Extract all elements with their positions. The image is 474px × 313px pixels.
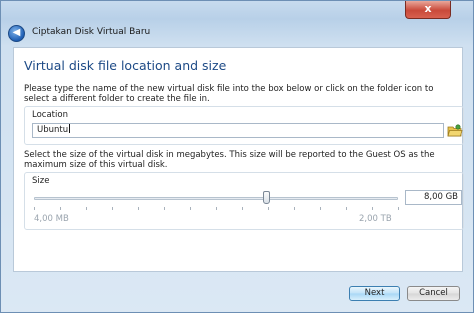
window-title: Ciptakan Disk Virtual Baru (32, 27, 151, 37)
wizard-page: Virtual disk file location and size Plea… (13, 47, 464, 272)
slider-tick (86, 207, 87, 210)
slider-tick (216, 207, 217, 210)
slider-tick (372, 207, 373, 210)
page-heading: Virtual disk file location and size (24, 58, 227, 73)
slider-tick (320, 207, 321, 210)
location-value: Ubuntu (37, 125, 69, 135)
size-max-label: 2,00 TB (359, 214, 392, 224)
location-label: Location (32, 110, 68, 120)
size-input[interactable]: 8,00 GB (405, 190, 462, 205)
next-button[interactable]: Next (349, 286, 400, 301)
location-group: Location Ubuntu (24, 106, 464, 145)
slider-tick (60, 207, 61, 210)
slider-tick (164, 207, 165, 210)
back-arrow-icon[interactable]: ◀ (8, 25, 25, 42)
size-label: Size (32, 176, 50, 186)
size-description: Select the size of the virtual disk in m… (24, 150, 435, 170)
folder-icon[interactable] (447, 123, 463, 138)
slider-tick (112, 207, 113, 210)
size-slider-handle[interactable] (263, 191, 271, 204)
slider-tick (242, 207, 243, 210)
size-group: Size 8,00 GB 4,00 MB 2,00 TB (24, 172, 464, 230)
slider-tick (398, 207, 399, 210)
slider-tick (294, 207, 295, 210)
size-slider-track[interactable] (34, 197, 398, 200)
size-min-label: 4,00 MB (34, 214, 69, 224)
slider-tick (138, 207, 139, 210)
cancel-button[interactable]: Cancel (407, 286, 460, 301)
location-input[interactable]: Ubuntu (32, 123, 444, 138)
slider-tick (268, 207, 269, 210)
text-caret (69, 124, 71, 133)
title-bar: x ◀ Ciptakan Disk Virtual Baru (1, 1, 474, 47)
close-button[interactable]: x (405, 1, 451, 19)
slider-tick (190, 207, 191, 210)
dialog-window: x ◀ Ciptakan Disk Virtual Baru Virtual d… (0, 0, 474, 313)
slider-tick (34, 207, 35, 210)
location-description: Please type the name of the new virtual … (24, 84, 434, 104)
slider-tick (346, 207, 347, 210)
